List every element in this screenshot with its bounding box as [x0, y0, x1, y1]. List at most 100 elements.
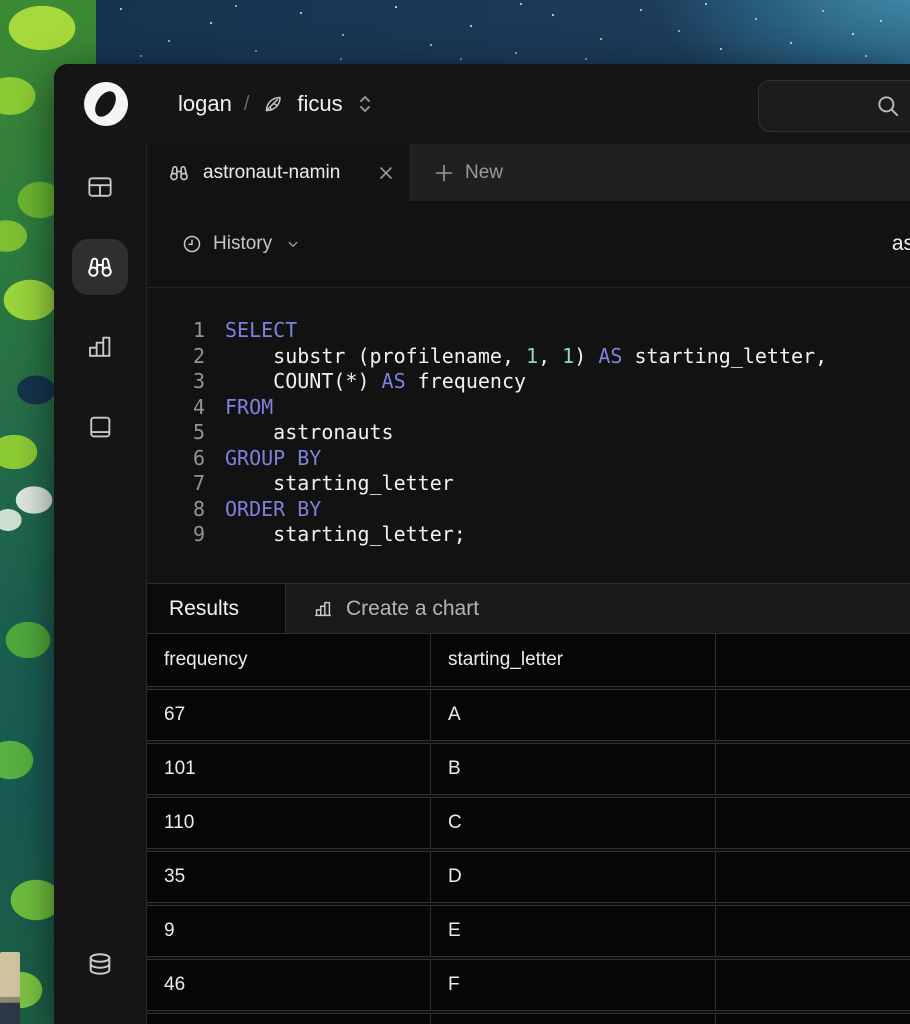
results-bar: Results Create a chart — [147, 583, 910, 633]
search-icon — [875, 93, 901, 119]
code-line: 2 substr (profilename, 1, 1) AS starting… — [181, 344, 910, 370]
code-text: GROUP BY — [225, 446, 321, 472]
code-line: 5 astronauts — [181, 420, 910, 446]
sidebar-item-tables[interactable] — [72, 159, 128, 215]
bar-chart-icon — [312, 598, 334, 620]
create-chart-button[interactable]: Create a chart — [286, 584, 479, 633]
results-tab[interactable]: Results — [147, 584, 286, 633]
code-text: starting_letter — [225, 471, 454, 497]
code-text: COUNT(*) AS frequency — [225, 369, 526, 395]
line-number: 5 — [181, 420, 205, 446]
results-tab-label: Results — [169, 597, 239, 621]
code-line: 1SELECT — [181, 318, 910, 344]
create-chart-label: Create a chart — [346, 597, 479, 621]
table-cell[interactable]: 76 — [147, 1014, 431, 1024]
code-line: 8 ORDER BY — [181, 497, 910, 523]
table-cell[interactable]: A — [431, 690, 716, 740]
table-row: 76G — [147, 1013, 910, 1024]
table-cell[interactable]: F — [431, 960, 716, 1010]
tab-bar: astronaut-namin New — [147, 144, 910, 201]
table-cell[interactable]: G — [431, 1014, 716, 1024]
database-icon — [84, 948, 116, 980]
table-cell[interactable] — [716, 744, 910, 794]
sidebar — [54, 144, 147, 1024]
column-header[interactable]: starting_letter — [431, 634, 716, 686]
workspace-name[interactable]: logan — [178, 91, 232, 117]
code-line: 7 starting_letter — [181, 471, 910, 497]
base-name[interactable]: ficus — [297, 91, 342, 117]
history-label: History — [213, 233, 272, 255]
table-cell[interactable]: B — [431, 744, 716, 794]
window-body: astronaut-namin New — [54, 144, 910, 1024]
history-button[interactable]: History — [181, 233, 302, 255]
breadcrumb: logan / ficus — [178, 91, 375, 117]
main-panel: astronaut-namin New — [147, 144, 910, 1024]
line-number: 6 — [181, 446, 205, 472]
code-text: starting_letter; — [225, 522, 466, 548]
clock-icon — [181, 233, 203, 255]
table-cell[interactable]: D — [431, 852, 716, 902]
line-number: 7 — [181, 471, 205, 497]
table-cell[interactable]: 67 — [147, 690, 431, 740]
feather-icon — [261, 92, 285, 116]
table-row: 35D — [147, 851, 910, 903]
query-name-truncated: as — [892, 232, 910, 256]
code-lines: 1SELECT2 substr (profilename, 1, 1) AS s… — [181, 318, 910, 548]
wallpaper-building — [0, 952, 20, 1024]
breadcrumb-separator: / — [244, 93, 250, 116]
line-number: 4 — [181, 395, 205, 421]
table-cell[interactable]: 35 — [147, 852, 431, 902]
table-cell[interactable]: 46 — [147, 960, 431, 1010]
table-cell[interactable] — [716, 1014, 910, 1024]
sidebar-item-sources[interactable] — [72, 936, 128, 992]
column-header[interactable] — [716, 634, 910, 686]
line-number: 2 — [181, 344, 205, 370]
sidebar-item-charts[interactable] — [72, 319, 128, 375]
table-cell[interactable] — [716, 852, 910, 902]
sidebar-item-notebook[interactable] — [72, 399, 128, 455]
app-logo-icon[interactable] — [84, 82, 128, 126]
table-icon — [85, 172, 115, 202]
table-cell[interactable] — [716, 906, 910, 956]
code-text: FROM — [225, 395, 273, 421]
column-header[interactable]: frequency — [147, 634, 431, 686]
table-row: 46F — [147, 959, 910, 1011]
table-row: 101B — [147, 743, 910, 795]
search-input[interactable] — [758, 80, 910, 132]
sidebar-item-queries[interactable] — [72, 239, 128, 295]
line-number: 8 — [181, 497, 205, 523]
code-text: substr (profilename, 1, 1) AS starting_l… — [225, 344, 827, 370]
query-toolbar: History as — [147, 201, 910, 288]
app-window: logan / ficus — [54, 64, 910, 1024]
table-row: 9E — [147, 905, 910, 957]
line-number: 3 — [181, 369, 205, 395]
code-line: 3 COUNT(*) AS frequency — [181, 369, 910, 395]
results-table: frequencystarting_letter67A101B110C35D9E… — [147, 633, 910, 1024]
sql-editor[interactable]: 1SELECT2 substr (profilename, 1, 1) AS s… — [147, 288, 910, 583]
binoculars-icon — [84, 251, 116, 283]
table-cell[interactable] — [716, 798, 910, 848]
tab-label: astronaut-namin — [203, 162, 365, 184]
tab-astronaut-naming[interactable]: astronaut-namin — [147, 144, 409, 201]
close-tab-icon[interactable] — [377, 164, 395, 182]
code-text: astronauts — [225, 420, 394, 446]
table-cell[interactable] — [716, 690, 910, 740]
code-line: 6 GROUP BY — [181, 446, 910, 472]
table-cell[interactable]: E — [431, 906, 716, 956]
titlebar: logan / ficus — [54, 64, 910, 144]
chevron-up-down-icon[interactable] — [355, 92, 375, 116]
new-tab-button[interactable]: New — [409, 144, 503, 201]
code-text: ORDER BY — [225, 497, 321, 523]
code-line: 9 starting_letter; — [181, 522, 910, 548]
table-cell[interactable] — [716, 960, 910, 1010]
table-cell[interactable]: 9 — [147, 906, 431, 956]
table-row: 110C — [147, 797, 910, 849]
table-cell[interactable]: 101 — [147, 744, 431, 794]
table-cell[interactable]: 110 — [147, 798, 431, 848]
new-tab-label: New — [465, 162, 503, 184]
binoculars-icon — [167, 161, 191, 185]
table-cell[interactable]: C — [431, 798, 716, 848]
plus-icon — [433, 162, 455, 184]
code-text: SELECT — [225, 318, 297, 344]
bar-chart-icon — [85, 332, 115, 362]
